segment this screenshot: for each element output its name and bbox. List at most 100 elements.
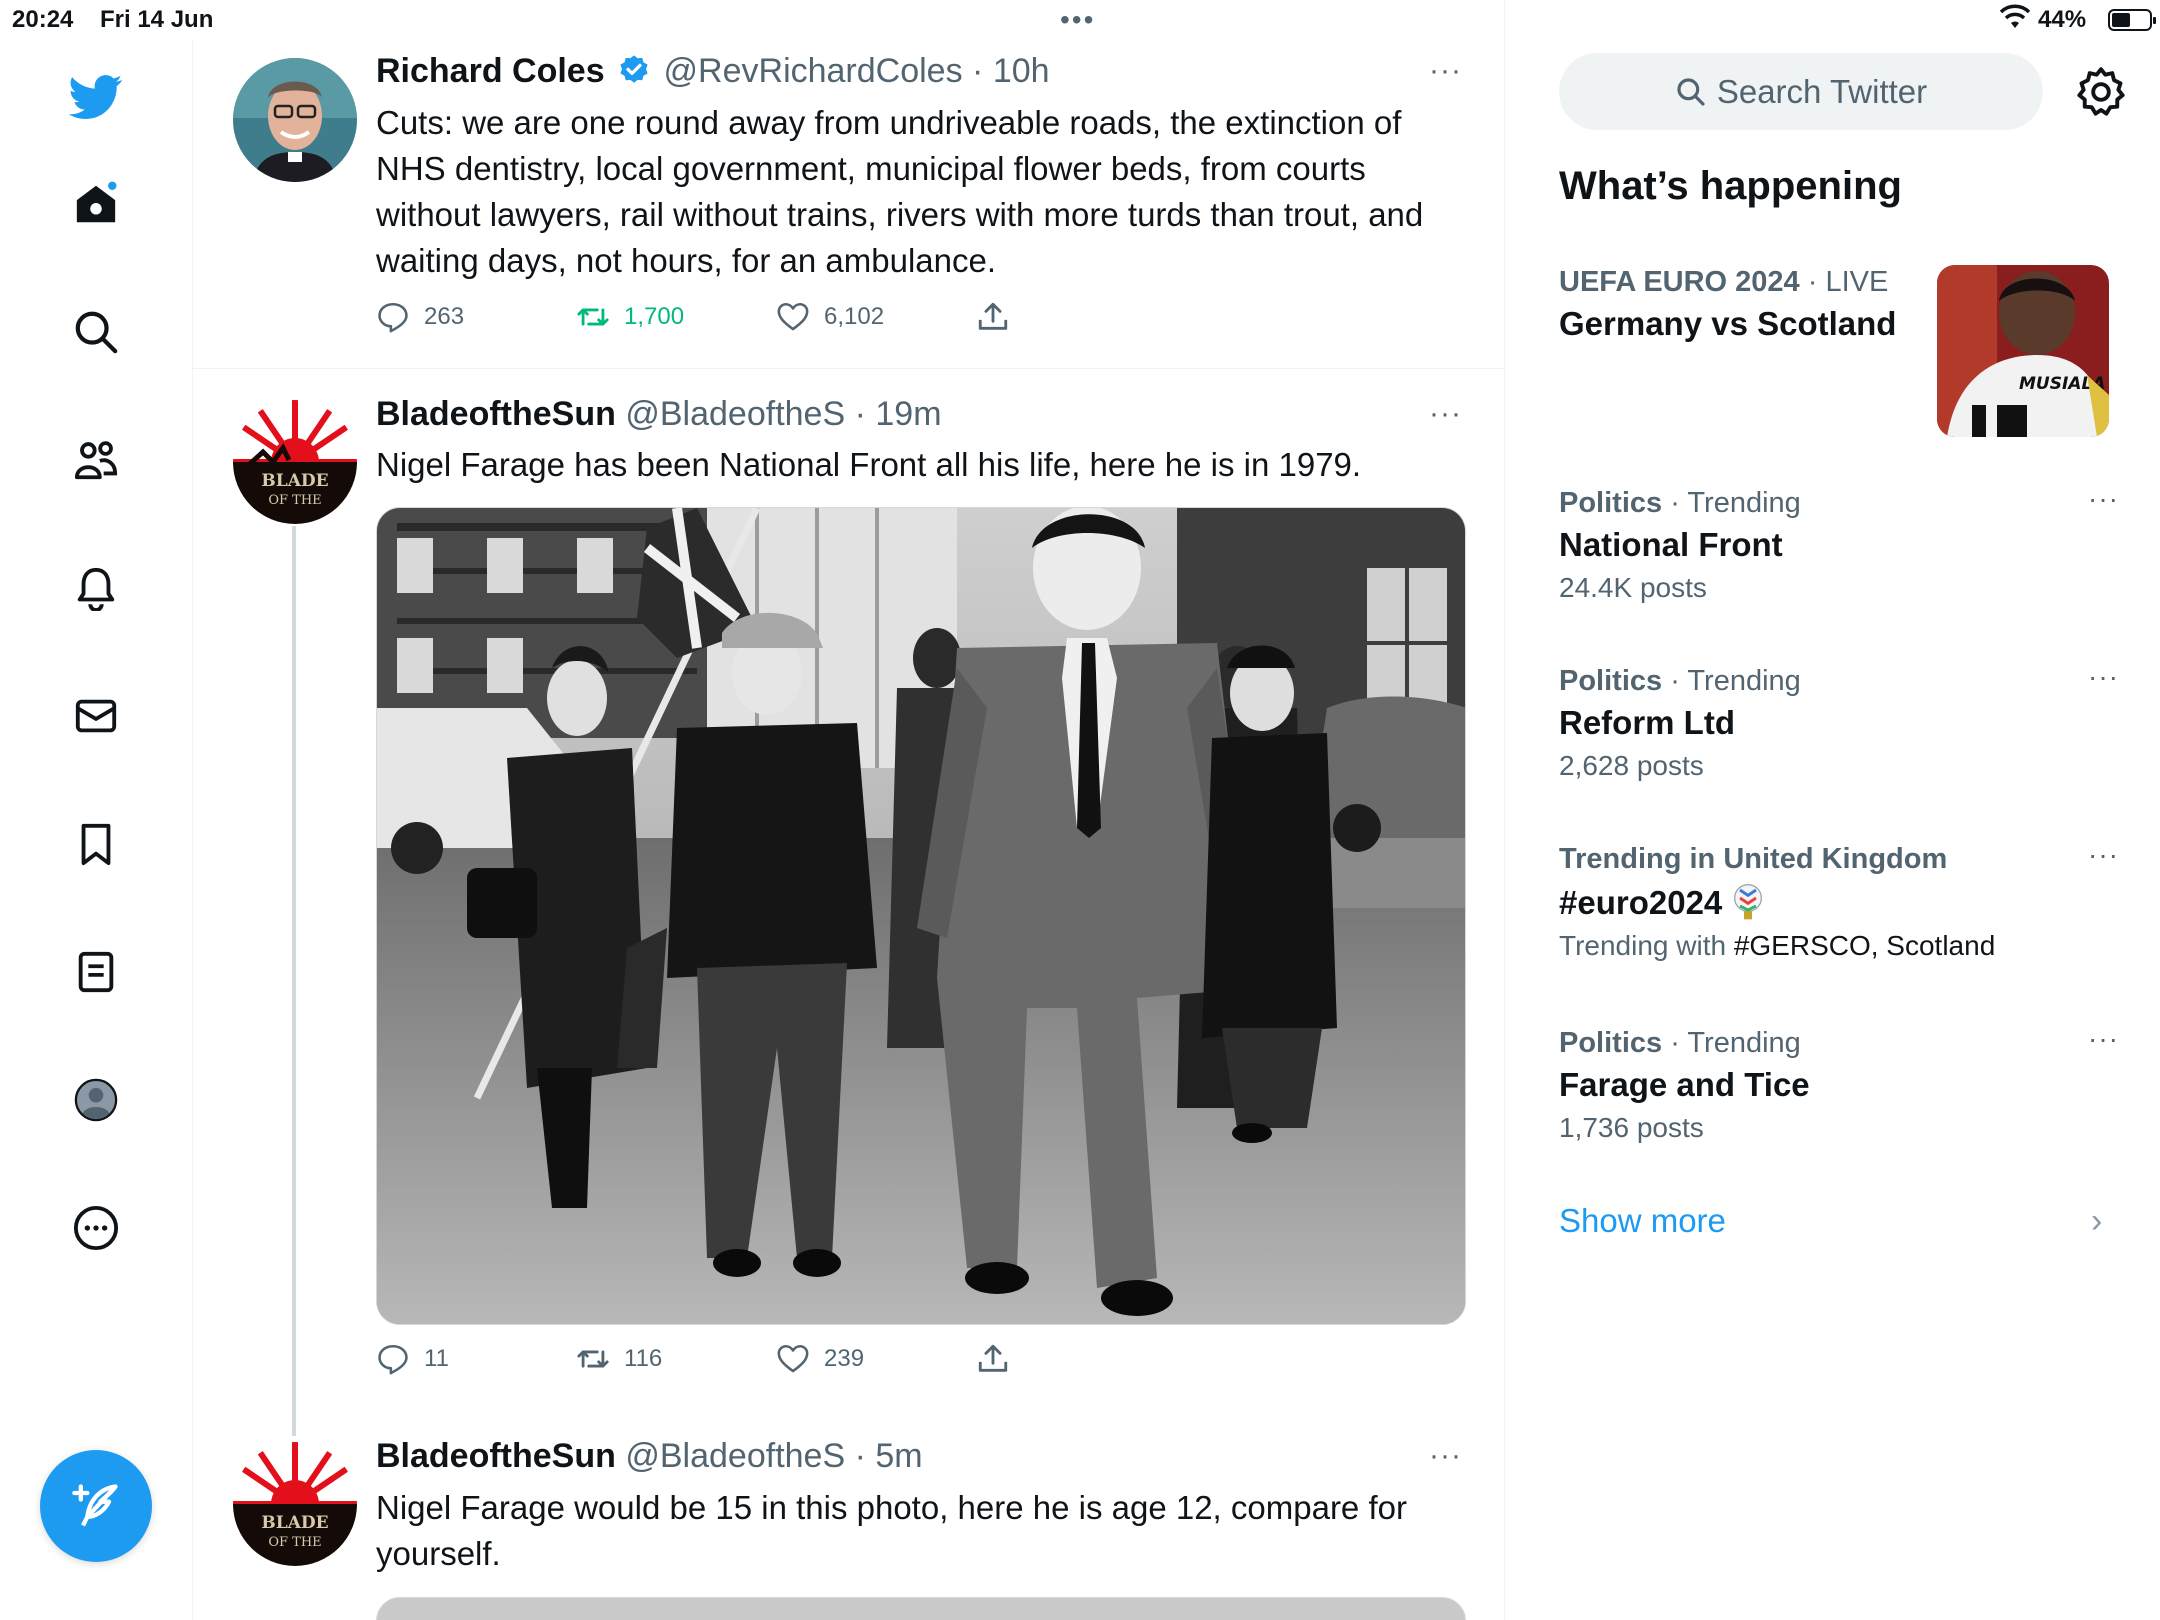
trend-title: Farage and Tice bbox=[1559, 1066, 1810, 1103]
trend-post-count: 24.4K posts bbox=[1559, 572, 1707, 603]
trend-category: Trending in United Kingdom bbox=[1559, 843, 1948, 875]
chevron-right-icon[interactable]: › bbox=[2091, 1202, 2102, 1241]
author-name[interactable]: BladeoftheSun bbox=[376, 1437, 616, 1475]
tweet-photo[interactable] bbox=[376, 1597, 1466, 1620]
author-name[interactable]: BladeoftheSun bbox=[376, 395, 616, 433]
trend-title: Reform Ltd bbox=[1559, 704, 1735, 741]
status-time: 20:24 bbox=[12, 6, 74, 33]
reply-count: 263 bbox=[424, 303, 465, 330]
tweet-actions: 11 116 239 bbox=[376, 1342, 1036, 1382]
trend-more-icon[interactable]: ··· bbox=[2088, 661, 2119, 693]
like-button[interactable]: 239 bbox=[776, 1342, 864, 1376]
search-icon bbox=[1677, 77, 1705, 106]
author-handle[interactable]: @BladeoftheS bbox=[625, 395, 845, 433]
share-icon bbox=[978, 1344, 1008, 1372]
trend-more-icon[interactable]: ··· bbox=[2088, 1023, 2119, 1055]
trend-category: UEFA EURO 2024 bbox=[1559, 266, 1800, 298]
tweet-photo[interactable] bbox=[376, 507, 1466, 1325]
trend-with-tags[interactable]: #GERSCO, Scotland bbox=[1734, 930, 1995, 961]
author-name[interactable]: Richard Coles bbox=[376, 52, 605, 90]
reply-button[interactable]: 11 bbox=[376, 1342, 449, 1376]
messages-icon[interactable] bbox=[66, 686, 126, 746]
separator-dot: · bbox=[854, 1437, 866, 1475]
retweet-icon bbox=[577, 1350, 609, 1368]
share-icon bbox=[978, 302, 1008, 330]
twitter-logo-icon[interactable] bbox=[66, 66, 126, 126]
trend-item[interactable]: Politics · Trending Reform Ltd 2,628 pos… bbox=[1559, 661, 2119, 782]
tweet-header: BladeoftheSun @BladeoftheS · 5m bbox=[376, 1437, 923, 1476]
separator-dot: · bbox=[854, 395, 866, 433]
whats-happening-title: What’s happening bbox=[1559, 164, 1902, 208]
tweet-more-icon[interactable]: ··· bbox=[1429, 54, 1462, 88]
timestamp[interactable]: 10h bbox=[993, 52, 1050, 90]
share-button[interactable] bbox=[976, 300, 1024, 334]
separator-dot: · bbox=[972, 52, 984, 90]
tweet-divider bbox=[193, 368, 1504, 369]
author-handle[interactable]: @BladeoftheS bbox=[625, 1437, 845, 1475]
trend-item[interactable]: Politics · Trending Farage and Tice 1,73… bbox=[1559, 1023, 2119, 1144]
timestamp[interactable]: 5m bbox=[875, 1437, 922, 1475]
heart-icon bbox=[777, 302, 809, 331]
trend-status: · LIVE bbox=[1799, 266, 1889, 298]
author-handle[interactable]: @RevRichardColes bbox=[664, 52, 963, 90]
compose-button[interactable] bbox=[40, 1450, 152, 1562]
tweet-more-icon[interactable]: ··· bbox=[1429, 397, 1462, 431]
tweet-header: Richard Coles @RevRichardColes · 10h bbox=[376, 52, 1050, 91]
lists-icon[interactable] bbox=[66, 942, 126, 1002]
like-button[interactable]: 6,102 bbox=[776, 300, 884, 334]
like-count: 239 bbox=[824, 1345, 865, 1372]
search-icon[interactable] bbox=[66, 302, 126, 362]
show-more-link[interactable]: Show more bbox=[1559, 1202, 1726, 1240]
trend-category: Politics bbox=[1559, 1027, 1663, 1059]
tweet-text: Nigel Farage would be 15 in this photo, … bbox=[376, 1489, 1407, 1572]
share-button[interactable] bbox=[976, 1342, 1024, 1376]
battery-icon bbox=[2108, 9, 2156, 31]
reply-icon bbox=[378, 302, 408, 333]
wifi-icon bbox=[1999, 4, 2031, 37]
compose-icon bbox=[72, 1484, 118, 1527]
trend-item[interactable]: Politics · Trending National Front 24.4K… bbox=[1559, 483, 2119, 604]
trend-category: Politics bbox=[1559, 665, 1663, 697]
home-icon[interactable] bbox=[66, 174, 126, 234]
search-input[interactable]: Search Twitter bbox=[1559, 53, 2043, 130]
trend-status: · Trending bbox=[1662, 1027, 1801, 1059]
avatar[interactable]: BLADE OF THE bbox=[233, 400, 357, 524]
tweet-more-icon[interactable]: ··· bbox=[1429, 1439, 1462, 1473]
settings-gear-icon[interactable] bbox=[2075, 66, 2127, 118]
timeline: Richard Coles @RevRichardColes · 10h ···… bbox=[193, 0, 1505, 1620]
tweet-header: BladeoftheSun @BladeoftheS · 19m bbox=[376, 395, 942, 434]
retweet-button[interactable]: 116 bbox=[576, 1342, 662, 1376]
trend-title: #euro2024 bbox=[1559, 884, 1723, 921]
retweet-count: 116 bbox=[624, 1345, 663, 1372]
reply-button[interactable]: 263 bbox=[376, 300, 464, 334]
trend-status: · Trending bbox=[1662, 665, 1801, 697]
search-placeholder: Search Twitter bbox=[1716, 72, 1928, 110]
trend-title: National Front bbox=[1559, 526, 1783, 563]
communities-icon[interactable] bbox=[66, 430, 126, 490]
timestamp[interactable]: 19m bbox=[875, 395, 941, 433]
trend-more-icon[interactable]: ··· bbox=[2088, 483, 2119, 515]
trend-category: Politics bbox=[1559, 487, 1663, 519]
notifications-icon[interactable] bbox=[66, 558, 126, 618]
bookmarks-icon[interactable] bbox=[66, 814, 126, 874]
thread-line bbox=[292, 526, 296, 1436]
like-count: 6,102 bbox=[824, 303, 885, 330]
avatar-text-line2: OF THE bbox=[268, 1535, 321, 1550]
verified-badge-icon bbox=[620, 55, 648, 83]
euro-trophy-icon bbox=[1734, 884, 1763, 920]
retweet-button[interactable]: 1,700 bbox=[576, 300, 684, 334]
tweet-actions: 263 1,700 6,102 bbox=[376, 300, 1036, 340]
avatar-text-line2: OF THE bbox=[268, 493, 321, 508]
retweet-count: 1,700 bbox=[624, 303, 685, 330]
trend-more-icon[interactable]: ··· bbox=[2088, 839, 2119, 871]
profile-icon[interactable] bbox=[66, 1070, 126, 1130]
right-sidebar: Search Twitter What’s happening UEFA EUR… bbox=[1505, 40, 2160, 1620]
more-icon[interactable] bbox=[66, 1198, 126, 1258]
trend-post-count: 2,628 posts bbox=[1559, 750, 1704, 781]
avatar[interactable]: BLADE OF THE bbox=[233, 1442, 357, 1566]
event-thumbnail[interactable]: MUSIALA bbox=[1937, 265, 2109, 437]
reply-icon bbox=[378, 1344, 408, 1375]
avatar[interactable] bbox=[233, 58, 357, 182]
trend-item[interactable]: Trending in United Kingdom #euro2024 Tre… bbox=[1559, 839, 2119, 962]
trend-post-count: 1,736 posts bbox=[1559, 1112, 1704, 1143]
